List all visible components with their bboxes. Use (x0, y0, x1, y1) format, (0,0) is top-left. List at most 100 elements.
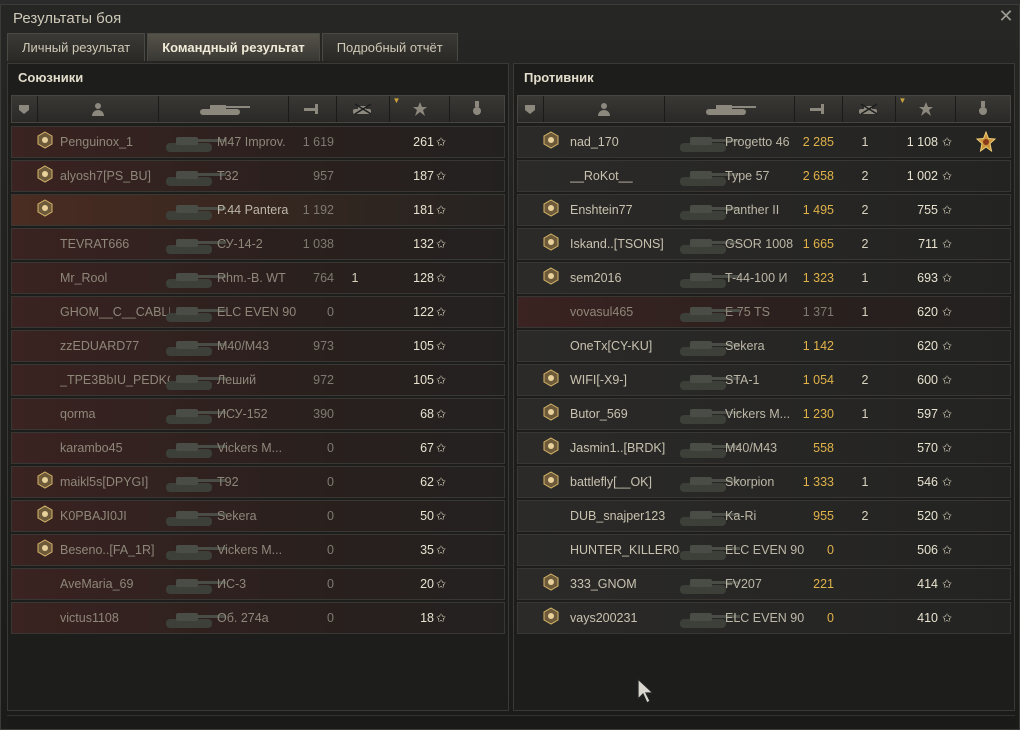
mouse-cursor-icon (637, 678, 654, 704)
vehicle-column-header[interactable] (665, 96, 795, 122)
player-name[interactable]: WIFI[-X9-] (570, 365, 680, 395)
player-row[interactable]: _TPE3BbIU_PEDKO_Леший972105✩ (11, 364, 505, 396)
player-row[interactable]: Enshtein77 Panther II 1 495 2 755 ✩ (517, 194, 1011, 226)
damage-value: 764 (313, 271, 334, 285)
player-name[interactable]: Mr_Rool (60, 263, 170, 293)
player-column-header[interactable] (38, 96, 160, 122)
player-row[interactable]: Butor_569 Vickers M... 1 230 1 597 ✩ (517, 398, 1011, 430)
player-row[interactable]: Jasmin1..[BRDK] M40/M43 558 570 ✩ (517, 432, 1011, 464)
player-row[interactable]: K0PBAJI0JI Sekera 0 50 ✩ (11, 500, 505, 532)
squad-column-header[interactable] (518, 96, 544, 122)
player-name[interactable]: maikl5s[DPYGI] (60, 467, 170, 497)
tab-details[interactable]: Подробный отчёт (321, 33, 458, 61)
player-name[interactable]: AveMaria_69 (60, 569, 170, 599)
squad-column-header[interactable] (12, 96, 38, 122)
player-name[interactable]: Penguinox_1 (60, 127, 170, 157)
player-row[interactable]: DUB_snajper123 Ka-Ri 955 2 520 ✩ (517, 500, 1011, 532)
player-row[interactable]: 333_GNOM FV207 221 414 ✩ (517, 568, 1011, 600)
player-name[interactable]: 333_GNOM (570, 569, 680, 599)
player-name[interactable]: nad_170 (570, 127, 680, 157)
kills-value (342, 501, 368, 531)
medal-icon[interactable] (970, 131, 1002, 153)
player-row[interactable]: Mr_Rool Rhm.-B. WT 764 1 128 ✩ (11, 262, 505, 294)
player-name[interactable]: vays200231 (570, 603, 680, 633)
player-name[interactable]: Beseno..[FA_1R] (60, 535, 170, 565)
xp-star-icon: ✩ (436, 509, 447, 523)
player-row[interactable]: AveMaria_69 ИС-3 0 20 ✩ (11, 568, 505, 600)
xp-column-header[interactable]: ▼ (896, 96, 957, 122)
player-row[interactable]: vays200231 ELC EVEN 90 0 410 ✩ (517, 602, 1011, 634)
player-row[interactable]: Beseno..[FA_1R] Vickers M... 0 35 ✩ (11, 534, 505, 566)
rank-badge-icon (34, 471, 56, 493)
tab-personal[interactable]: Личный результат (7, 33, 146, 61)
player-row[interactable]: qorma ИСУ-152 390 68 ✩ (11, 398, 505, 430)
damage-value: 1 192 (302, 203, 334, 217)
player-name[interactable]: victus1108 (60, 603, 170, 633)
player-row[interactable]: Penguinox_1 M47 Improv. 1 619 261 ✩ (11, 126, 505, 158)
player-row[interactable]: nad_170 Progetto 46 2 285 1 1 108 ✩ (517, 126, 1011, 158)
kills-column-header[interactable] (337, 96, 391, 122)
player-row[interactable]: HUNTER_KILLER08 ELC EVEN 90 0 506 ✩ (517, 534, 1011, 566)
kills-column-header[interactable] (843, 96, 897, 122)
player-row[interactable]: TEVRAT666 СУ-14-2 1 038 132 ✩ (11, 228, 505, 260)
player-row[interactable]: Iskand..[TSONS] GSOR 1008 1 665 2 711 ✩ (517, 228, 1011, 260)
player-row[interactable]: OneTx[CY-KU] Sekera 1 142 620 ✩ (517, 330, 1011, 362)
player-row[interactable]: sem2016 T-44-100 И1 323 1 693 ✩ (517, 262, 1011, 294)
xp-star-icon: ✩ (436, 407, 447, 421)
player-name[interactable]: TEVRAT666 (60, 229, 170, 259)
player-row[interactable]: alyosh7[PS_BU] T32 957 187 ✩ (11, 160, 505, 192)
rank-badge-icon (34, 199, 56, 221)
player-row[interactable]: WIFI[-X9-] STA-1 1 054 2 600 ✩ (517, 364, 1011, 396)
player-name[interactable]: K0PBAJI0JI (60, 501, 170, 531)
xp-star-icon: ✩ (436, 237, 447, 251)
player-name[interactable]: OneTx[CY-KU] (570, 331, 680, 361)
player-name[interactable]: GHOM__C__CABLEII (60, 297, 170, 327)
player-row[interactable]: zzEDUARD77 M40/M43 973 105 ✩ (11, 330, 505, 362)
player-name[interactable]: qorma (60, 399, 170, 429)
player-row[interactable]: karambo45 Vickers M... 0 67 ✩ (11, 432, 505, 464)
player-row[interactable]: maikl5s[DPYGI] T92 0 62 ✩ (11, 466, 505, 498)
xp-star-icon: ✩ (942, 203, 953, 217)
close-button[interactable]: ✕ (997, 7, 1015, 25)
player-name[interactable]: battlefly[__OK] (570, 467, 680, 497)
player-row[interactable]: __RoKot__ Type 57 2 658 2 1 002 ✩ (517, 160, 1011, 192)
player-name[interactable]: vovasul465 (570, 297, 680, 327)
damage-column-header[interactable] (795, 96, 843, 122)
player-row[interactable]: P.44 Pantera 1 192 181 ✩ (11, 194, 505, 226)
rank-badge-icon (34, 131, 56, 153)
kills-icon (353, 103, 372, 115)
rank-badge-icon (540, 199, 562, 221)
tab-team[interactable]: Командный результат (147, 33, 320, 61)
player-name[interactable] (60, 195, 170, 225)
player-name[interactable]: alyosh7[PS_BU] (60, 161, 170, 191)
kills-value: 1 (861, 475, 869, 489)
player-column-header[interactable] (544, 96, 666, 122)
player-icon (92, 103, 105, 116)
rank-badge-icon (34, 505, 56, 527)
vehicle-column-header[interactable] (159, 96, 289, 122)
player-name[interactable]: sem2016 (570, 263, 680, 293)
xp-star-icon: ✩ (942, 373, 953, 387)
player-row[interactable]: vovasul465 E 75 TS 1 371 1 620 ✩ (517, 296, 1011, 328)
xp-star-icon: ✩ (436, 169, 447, 183)
damage-column-header[interactable] (289, 96, 337, 122)
player-row[interactable]: GHOM__C__CABLEIIELC EVEN 900122✩ (11, 296, 505, 328)
player-name[interactable]: HUNTER_KILLER08 (570, 535, 680, 565)
medal-column-header[interactable] (450, 96, 504, 122)
player-name[interactable]: Enshtein77 (570, 195, 680, 225)
player-name[interactable]: DUB_snajper123 (570, 501, 680, 531)
player-name[interactable]: __RoKot__ (570, 161, 680, 191)
player-name[interactable]: _TPE3BbIU_PEDKO_ (60, 365, 170, 395)
player-row[interactable]: battlefly[__OK] Skorpion 1 333 1 546 ✩ (517, 466, 1011, 498)
xp-star-icon: ✩ (436, 475, 447, 489)
player-name[interactable]: zzEDUARD77 (60, 331, 170, 361)
player-row[interactable]: victus1108 Об. 274а 0 18 ✩ (11, 602, 505, 634)
player-name[interactable]: karambo45 (60, 433, 170, 463)
player-name[interactable]: Iskand..[TSONS] (570, 229, 680, 259)
player-name[interactable]: Jasmin1..[BRDK] (570, 433, 680, 463)
xp-column-header[interactable]: ▼ (390, 96, 451, 122)
medal-column-header[interactable] (956, 96, 1010, 122)
xp-star-icon: ✩ (436, 577, 447, 591)
tab-bar: Личный результат Командный результат Под… (7, 33, 460, 61)
player-name[interactable]: Butor_569 (570, 399, 680, 429)
